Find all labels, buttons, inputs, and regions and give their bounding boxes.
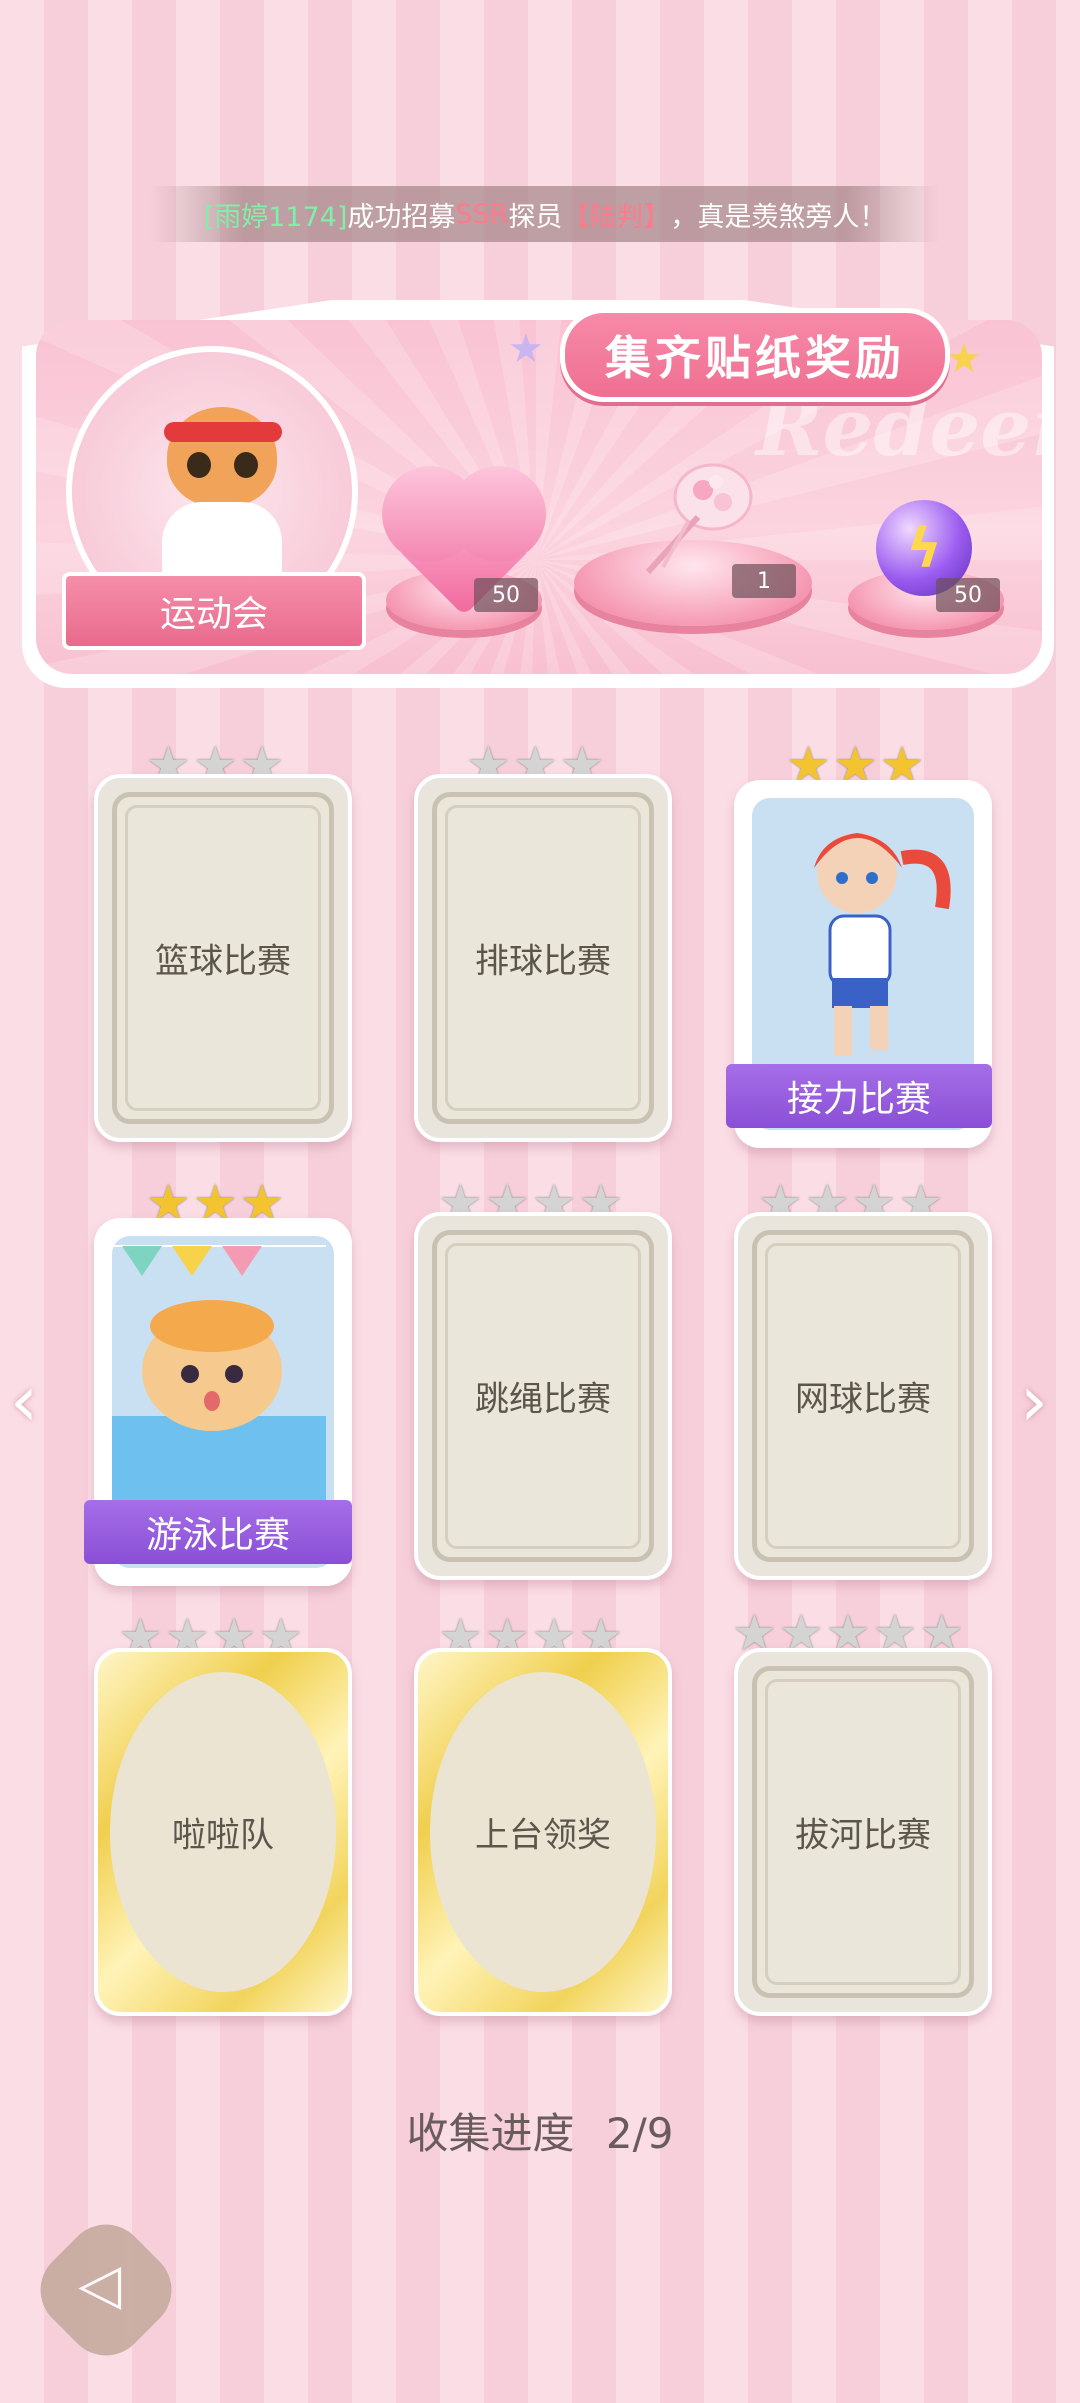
sticker-name: 篮球比赛: [155, 941, 291, 982]
sticker-name: 上台领奖: [475, 1815, 611, 1856]
banner-title: 集齐贴纸奖励: [560, 308, 950, 402]
sticker-name: 跳绳比赛: [475, 1379, 611, 1420]
reward-count: 1: [732, 564, 796, 598]
sticker-name: 排球比赛: [475, 941, 611, 982]
reward-count: 50: [936, 578, 1000, 612]
event-name-label: 运动会: [62, 572, 366, 650]
sticker-name-ribbon: 游泳比赛: [84, 1500, 352, 1564]
sticker-name: 拔河比赛: [795, 1815, 931, 1856]
sparkle-star-icon: ★: [508, 326, 544, 372]
reward-count: 50: [474, 578, 538, 612]
sticker-name-ribbon: 接力比赛: [726, 1064, 992, 1128]
chevron-left-icon[interactable]: ‹: [10, 1360, 38, 1442]
ticker-character: 【陆判】: [562, 201, 671, 233]
chevron-right-icon[interactable]: ›: [1020, 1360, 1048, 1442]
announcement-ticker: [雨婷1174] 成功招募 SSR 探员 【陆判】 ，真是羡煞旁人！: [150, 186, 940, 242]
ticker-user: [雨婷1174]: [203, 201, 348, 233]
sticker-card[interactable]: 篮球比赛: [94, 774, 352, 1142]
sticker-name: 啦啦队: [172, 1815, 274, 1856]
ticker-text3: ，真是羡煞旁人！: [670, 201, 887, 233]
sticker-name: 网球比赛: [795, 1379, 931, 1420]
sticker-card[interactable]: 排球比赛: [414, 774, 672, 1142]
ticker-text1: 成功招募: [347, 201, 456, 233]
sticker-card[interactable]: 拔河比赛: [734, 1648, 992, 2016]
collection-progress: 收集进度 2/9: [0, 2100, 1080, 2161]
ticker-text2: 探员: [508, 201, 563, 233]
progress-value: 2/9: [605, 2109, 674, 2158]
back-button[interactable]: ◁: [23, 2207, 189, 2373]
ticker-rarity: SSR: [455, 198, 509, 230]
sticker-card[interactable]: 跳绳比赛: [414, 1212, 672, 1580]
sparkle-star-icon: ★: [946, 336, 982, 382]
back-arrow-icon: ◁: [78, 2251, 122, 2317]
sticker-card[interactable]: 网球比赛: [734, 1212, 992, 1580]
sticker-card[interactable]: 啦啦队: [94, 1648, 352, 2016]
progress-label: 收集进度: [406, 2109, 575, 2158]
sticker-card[interactable]: 上台领奖: [414, 1648, 672, 2016]
